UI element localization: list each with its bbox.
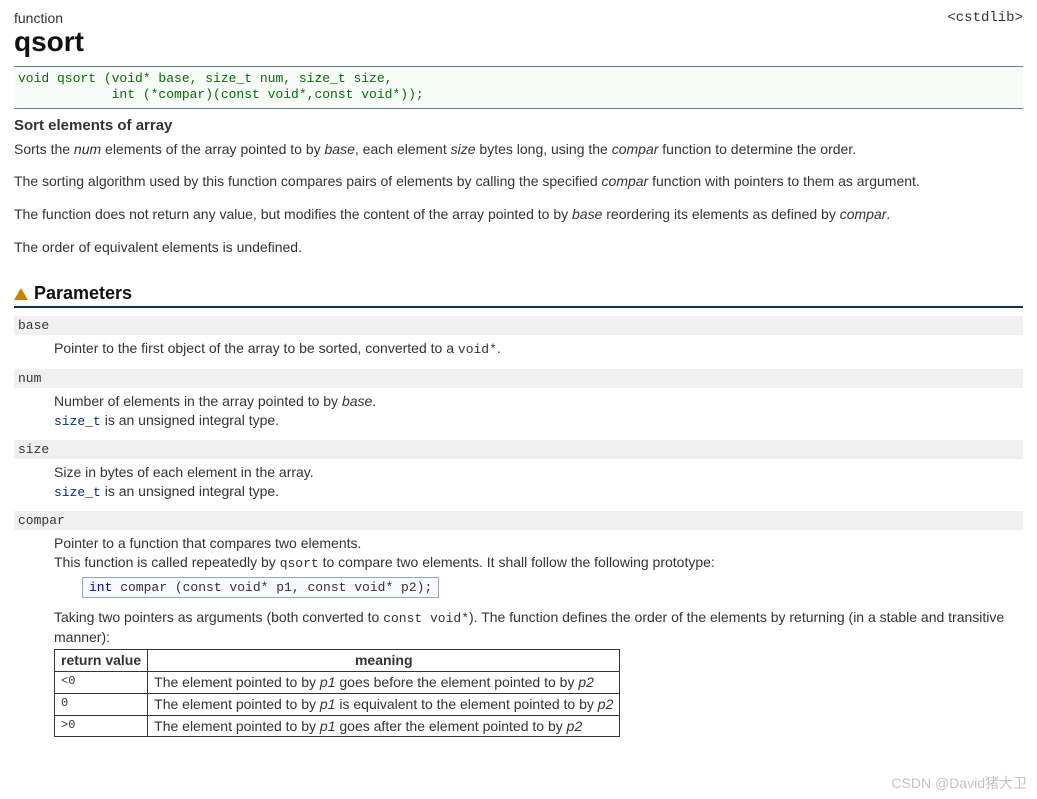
header-include: <cstdlib>	[947, 10, 1023, 26]
table-header-row: return value meaning	[55, 649, 620, 671]
description-p1: Sorts the num elements of the array poin…	[14, 140, 1023, 159]
param-ref-size: size	[451, 141, 476, 157]
param-desc-base: Pointer to the first object of the array…	[54, 339, 1023, 359]
triangle-icon	[14, 288, 28, 300]
text: elements of the array pointed to by	[101, 141, 324, 157]
text: reordering its elements as defined by	[602, 206, 839, 222]
text: bytes long, using the	[476, 141, 612, 157]
param-ref-base: base	[572, 206, 602, 222]
table-row: 0 The element pointed to by p1 is equiva…	[55, 693, 620, 715]
kind-label: function	[14, 10, 84, 26]
text: The sorting algorithm used by this funct…	[14, 173, 602, 189]
text: .	[372, 393, 376, 409]
meaning: The element pointed to by p1 is equivale…	[148, 693, 620, 715]
meaning: The element pointed to by p1 goes before…	[148, 671, 620, 693]
page-header: function qsort <cstdlib>	[14, 10, 1023, 66]
text: function to determine the order.	[658, 141, 856, 157]
param-ref-p1: p1	[320, 674, 336, 690]
param-ref-num: num	[74, 141, 101, 157]
table-row: >0 The element pointed to by p1 goes aft…	[55, 715, 620, 737]
type-link-sizet[interactable]: size_t	[54, 485, 101, 500]
param-ref-base: base	[325, 141, 355, 157]
description-p2: The sorting algorithm used by this funct…	[14, 172, 1023, 191]
watermark: CSDN @David猪大卫	[891, 773, 1027, 793]
subtitle: Sort elements of array	[14, 117, 1023, 134]
return-value-table: return value meaning <0 The element poin…	[54, 649, 620, 738]
text: is an unsigned integral type.	[101, 483, 279, 499]
param-ref-compar: compar	[612, 141, 659, 157]
header-left: function qsort	[14, 10, 84, 66]
retval-0: 0	[55, 693, 148, 715]
retval-lt0: <0	[55, 671, 148, 693]
page-title: qsort	[14, 26, 84, 58]
table-row: <0 The element pointed to by p1 goes bef…	[55, 671, 620, 693]
description-p4: The order of equivalent elements is unde…	[14, 238, 1023, 257]
param-ref-p2: p2	[578, 674, 594, 690]
text: Size in bytes of each element in the arr…	[54, 464, 314, 480]
function-signature: void qsort (void* base, size_t num, size…	[14, 66, 1023, 109]
text: , each element	[355, 141, 451, 157]
param-desc-num: Number of elements in the array pointed …	[54, 392, 1023, 430]
text: The element pointed to by	[154, 696, 320, 712]
meaning: The element pointed to by p1 goes after …	[148, 715, 620, 737]
text: goes after the element pointed to by	[336, 718, 567, 734]
param-ref-compar: compar	[602, 173, 649, 189]
prototype-rest: compar (const void* p1, const void* p2);	[112, 580, 432, 595]
text: is an unsigned integral type.	[101, 412, 279, 428]
text: The element pointed to by	[154, 674, 320, 690]
retval-gt0: >0	[55, 715, 148, 737]
text: Pointer to the first object of the array…	[54, 340, 458, 356]
param-ref-compar: compar	[840, 206, 887, 222]
text: goes before the element pointed to by	[336, 674, 579, 690]
section-title: Parameters	[34, 283, 132, 304]
param-desc-compar: Pointer to a function that compares two …	[54, 534, 1023, 737]
code-constvoidptr: const void*	[383, 611, 469, 626]
text: Pointer to a function that compares two …	[54, 535, 361, 551]
text: Sorts the	[14, 141, 74, 157]
text: Number of elements in the array pointed …	[54, 393, 342, 409]
keyword-int: int	[89, 580, 112, 595]
section-parameters-header: Parameters	[14, 283, 1023, 308]
code-qsort: qsort	[280, 556, 319, 571]
param-ref-p2: p2	[598, 696, 614, 712]
text: This function is called repeatedly by	[54, 554, 280, 570]
parameters-list: base Pointer to the first object of the …	[14, 316, 1023, 737]
text: The function does not return any value, …	[14, 206, 572, 222]
text: to compare two elements. It shall follow…	[319, 554, 715, 570]
col-return-value: return value	[55, 649, 148, 671]
param-ref-p1: p1	[320, 718, 336, 734]
text: is equivalent to the element pointed to …	[336, 696, 598, 712]
text: Taking two pointers as arguments (both c…	[54, 609, 383, 625]
param-name-compar: compar	[14, 511, 1023, 530]
compar-prototype: int compar (const void* p1, const void* …	[82, 577, 439, 599]
param-ref-base: base	[342, 393, 372, 409]
code-voidptr: void*	[458, 342, 497, 357]
param-name-base: base	[14, 316, 1023, 335]
text: function with pointers to them as argume…	[648, 173, 920, 189]
type-link-sizet[interactable]: size_t	[54, 414, 101, 429]
text: .	[497, 340, 501, 356]
param-name-num: num	[14, 369, 1023, 388]
description-p3: The function does not return any value, …	[14, 205, 1023, 224]
text: The element pointed to by	[154, 718, 320, 734]
param-ref-p2: p2	[567, 718, 583, 734]
param-name-size: size	[14, 440, 1023, 459]
col-meaning: meaning	[148, 649, 620, 671]
param-desc-size: Size in bytes of each element in the arr…	[54, 463, 1023, 501]
text: .	[886, 206, 890, 222]
param-ref-p1: p1	[320, 696, 336, 712]
